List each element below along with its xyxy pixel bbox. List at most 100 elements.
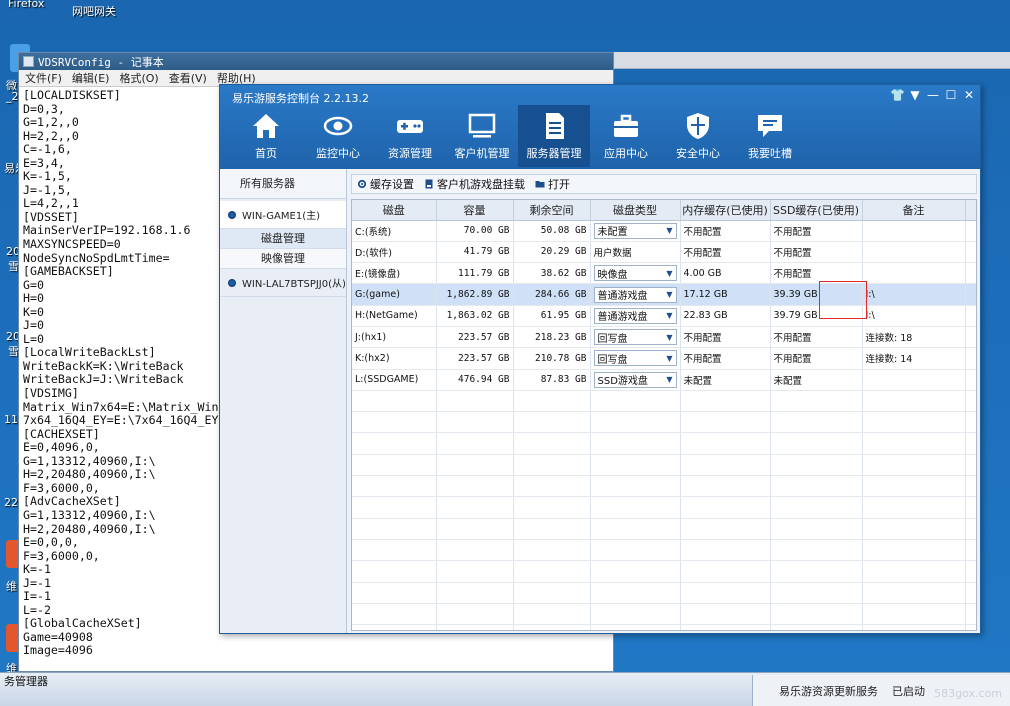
sidebar-all-servers[interactable]: 所有服务器 <box>220 169 346 199</box>
empty-cell <box>352 603 437 626</box>
empty-cell <box>770 582 863 604</box>
table-row-empty <box>352 432 976 455</box>
table-row[interactable]: G:(game) 1,862.89 GB 284.66 GB 普通游戏盘 ▼ 17.12 … <box>352 283 976 306</box>
empty-cell <box>680 560 771 583</box>
top-nav: 首页 监控中心 资源管理 客户机管理 服务器管理 应用中心 安全中心 我要吐槽 <box>230 105 806 167</box>
empty-cell <box>436 560 514 583</box>
menu-file[interactable]: 文件(F) <box>25 70 62 86</box>
notepad-text-area[interactable]: [LOCALDISKSET] D=0,3, G=1,2,,0 H=2,2,,0 … <box>23 89 223 671</box>
client-game-disk-mount-button[interactable]: 客户机游戏盘挂载 <box>424 176 525 192</box>
empty-cell <box>770 560 863 583</box>
table-row[interactable]: H:(NetGame) 1,863.02 GB 61.95 GB 普通游戏盘 ▼ 22.8… <box>352 305 976 327</box>
nav-server-management[interactable]: 服务器管理 <box>518 105 590 167</box>
column-header[interactable]: 备注 <box>862 200 966 221</box>
empty-cell <box>862 496 966 519</box>
chevron-down-icon[interactable]: ▼ <box>666 269 672 278</box>
nav-clients[interactable]: 客户机管理 <box>446 105 518 167</box>
disk-type-cell: 普通游戏盘 ▼ <box>590 305 681 327</box>
disk-type-select[interactable]: SSD游戏盘 ▼ <box>593 371 677 388</box>
column-header[interactable]: SSD缓存(已使用) <box>770 200 863 221</box>
menu-dropdown-icon[interactable]: ▼ <box>908 88 922 102</box>
column-header[interactable]: 磁盘 <box>352 200 437 221</box>
empty-cell <box>862 560 966 583</box>
column-header[interactable]: 磁盘类型 <box>590 200 681 221</box>
table-row[interactable]: J:(hx1) 223.57 GB 218.23 GB 回写盘 ▼ 不用配置 不用配置 连接数… <box>352 326 976 349</box>
nav-feedback[interactable]: 我要吐槽 <box>734 105 806 167</box>
column-header[interactable]: 内存缓存(已使用) <box>680 200 771 221</box>
table-row-empty <box>352 603 976 626</box>
table-row[interactable]: E:(镜像盘) 111.79 GB 38.62 GB 映像盘 ▼ 4.00 GB 不用配置 <box>352 262 976 285</box>
sidebar-item-disk-management[interactable]: 磁盘管理 <box>220 229 346 249</box>
chevron-down-icon[interactable]: ▼ <box>666 311 672 320</box>
column-header[interactable]: 剩余空间 <box>513 200 591 221</box>
empty-cell <box>965 539 976 562</box>
empty-cell <box>862 454 966 477</box>
sidebar-server-main[interactable]: WIN-GAME1(主) <box>220 201 346 229</box>
open-button[interactable]: 打开 <box>535 176 570 192</box>
monitor-icon <box>468 113 496 138</box>
table-row[interactable]: K:(hx2) 223.57 GB 210.78 GB 回写盘 ▼ 不用配置 不用配置 连接数… <box>352 347 976 370</box>
chevron-down-icon[interactable]: ▼ <box>666 226 672 235</box>
capacity-cell: 111.79 GB <box>436 262 514 285</box>
cache-settings-button[interactable]: 缓存设置 <box>357 176 414 192</box>
expand-icon[interactable] <box>228 278 236 287</box>
ssd-cache-path: I:\ <box>865 310 875 322</box>
free-space-cell: 210.78 GB <box>513 347 591 370</box>
menu-format[interactable]: 格式(O) <box>119 70 158 86</box>
empty-cell <box>352 624 437 630</box>
desktop-icon-label[interactable]: 网吧网关 <box>72 3 116 19</box>
close-icon[interactable]: ✕ <box>962 88 976 102</box>
chevron-down-icon[interactable]: ▼ <box>666 375 672 384</box>
free-space-cell: 50.08 GB <box>513 220 591 242</box>
table-row[interactable]: C:(系统) 70.00 GB 50.08 GB 未配置 ▼ 不用配置 不用配置 <box>352 220 976 242</box>
menu-edit[interactable]: 编辑(E) <box>72 70 110 86</box>
column-header[interactable]: 容量 <box>436 200 514 221</box>
eye-icon <box>323 116 353 136</box>
nav-apps[interactable]: 应用中心 <box>590 105 662 167</box>
server-doc-icon <box>546 113 564 139</box>
chevron-down-icon[interactable]: ▼ <box>666 290 672 299</box>
desktop-icon-label[interactable]: 维 <box>6 578 17 594</box>
chevron-down-icon[interactable]: ▼ <box>666 333 672 342</box>
disk-type-select[interactable]: 普通游戏盘 ▼ <box>593 307 677 324</box>
disk-type-select[interactable]: 普通游戏盘 ▼ <box>593 286 677 303</box>
nav-label: 应用中心 <box>604 147 648 160</box>
ssd-cache-cell: 未配置 <box>770 369 863 391</box>
disk-type-value: 映像盘 <box>597 269 628 281</box>
console-window[interactable]: 易乐游服务控制台 2.2.13.2 👕 ▼ — ☐ ✕ 首页 监控中心 资源管理 <box>219 84 981 634</box>
nav-security[interactable]: 安全中心 <box>662 105 734 167</box>
menu-view[interactable]: 查看(V) <box>169 70 207 86</box>
minimize-icon[interactable]: — <box>926 88 940 102</box>
note-cell <box>862 220 966 242</box>
skin-icon[interactable]: 👕 <box>890 88 905 102</box>
nav-home[interactable]: 首页 <box>230 105 302 167</box>
chat-icon <box>758 115 782 137</box>
disk-type-select[interactable]: 未配置 ▼ <box>593 222 677 239</box>
note-cell <box>862 241 966 264</box>
nav-resources[interactable]: 资源管理 <box>374 105 446 167</box>
expand-icon[interactable] <box>228 210 236 219</box>
desktop-icon-label[interactable]: Firefox <box>8 0 44 10</box>
nav-monitor[interactable]: 监控中心 <box>302 105 374 167</box>
disk-type-cell: 回写盘 ▼ <box>590 326 681 349</box>
memory-cache-cell: 不用配置 <box>680 220 771 242</box>
note-cell: 连接数: 14 <box>862 347 966 370</box>
disk-type-select[interactable]: 映像盘 ▼ <box>593 265 677 282</box>
disk-type-cell: 普通游戏盘 ▼ <box>590 283 681 306</box>
sidebar-item-image-management[interactable]: 映像管理 <box>220 249 346 269</box>
empty-cell <box>965 411 976 434</box>
table-row-empty <box>352 539 976 562</box>
maximize-icon[interactable]: ☐ <box>944 88 958 102</box>
disk-type-select[interactable]: 回写盘 ▼ <box>593 329 677 346</box>
sidebar-server-slave[interactable]: WIN-LAL7BTSPJJ0(从) <box>220 269 346 297</box>
table-row[interactable]: L:(SSDGAME) 476.94 GB 87.83 GB SSD游戏盘 ▼ 未配置 未配… <box>352 369 976 391</box>
disk-type-select[interactable]: 回写盘 ▼ <box>593 350 677 367</box>
chevron-down-icon[interactable]: ▼ <box>666 354 672 363</box>
empty-cell <box>680 518 771 540</box>
filler-cell <box>965 305 976 327</box>
empty-cell <box>436 432 514 455</box>
taskbar-item[interactable]: 务管理器 <box>4 673 48 689</box>
notepad-titlebar[interactable]: VDSRVConfig - 记事本 <box>19 53 613 70</box>
empty-cell <box>436 518 514 540</box>
table-row[interactable]: D:(软件) 41.79 GB 20.29 GB 用户数据 不用配置 不用配置 <box>352 241 976 264</box>
